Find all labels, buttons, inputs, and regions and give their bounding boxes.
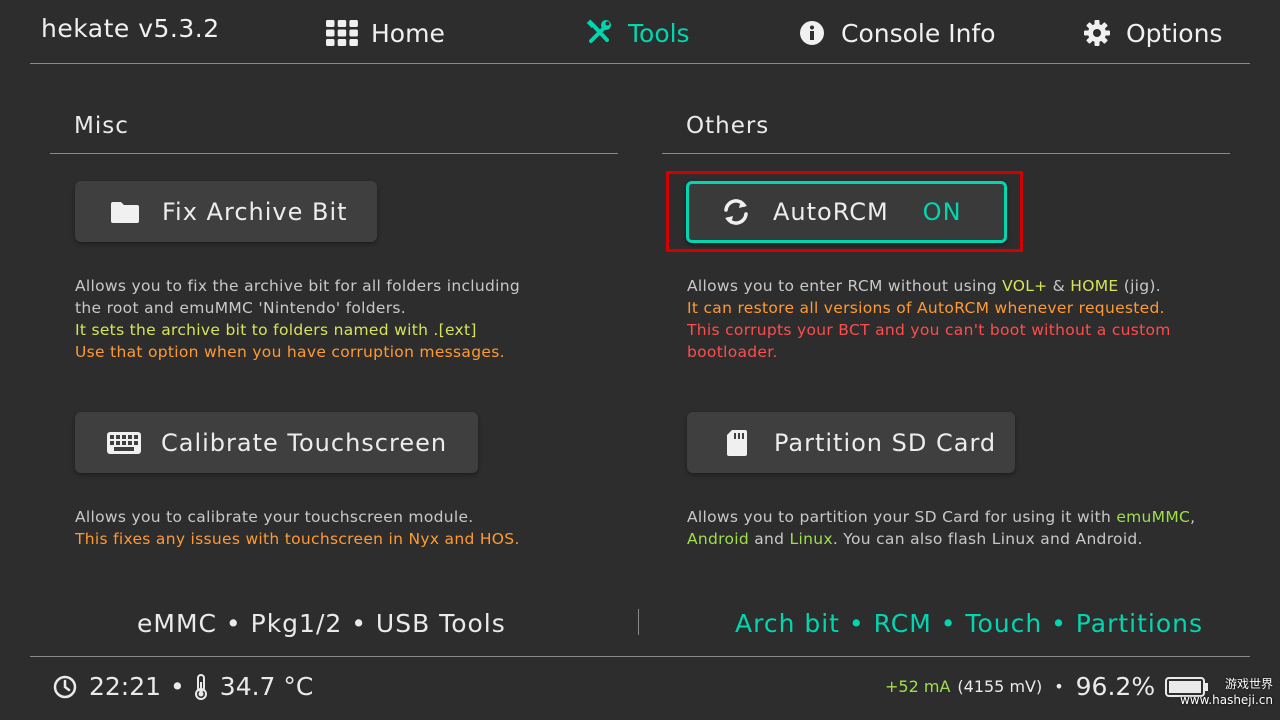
tab-options-label: Options [1126,18,1223,48]
misc-section-title: Misc [74,113,129,139]
others-divider [662,153,1230,154]
info-circle-icon [795,16,829,50]
fix-archive-bit-button[interactable]: Fix Archive Bit [75,181,377,242]
folder-icon [108,195,142,229]
tab-console-info[interactable]: Console Info [795,14,996,52]
header-divider [30,63,1250,64]
gear-icon [1080,16,1114,50]
others-section-title: Others [686,113,770,139]
battery-bullet: • [1054,677,1064,696]
left-quick-links[interactable]: eMMC • Pkg1/2 • USB Tools [137,609,506,638]
fix-archive-bit-label: Fix Archive Bit [162,197,348,226]
refresh-icon [719,195,753,229]
autorcm-button[interactable]: AutoRCM ON [686,181,1007,243]
status-left: 22:21 • 34.7 °C [53,672,313,701]
clock-time: 22:21 [89,672,162,701]
status-bullet: • [170,672,185,701]
autorcm-label: AutoRCM [773,198,889,226]
tab-tools-label: Tools [628,18,690,48]
tab-console-info-label: Console Info [841,18,996,48]
partition-sd-card-button[interactable]: Partition SD Card [687,412,1015,473]
app-title: hekate v5.3.2 [41,14,220,43]
wrench-screwdriver-icon [582,16,616,50]
tab-options[interactable]: Options [1080,14,1222,52]
partition-sd-card-description: Allows you to partition your SD Card for… [687,508,1196,548]
temperature: 34.7 °C [219,672,314,701]
battery-current: +52 mA [885,677,951,696]
calibrate-touchscreen-label: Calibrate Touchscreen [161,428,448,457]
quick-links-separator [638,609,639,635]
right-quick-links[interactable]: Arch bit • RCM • Touch • Partitions [735,609,1203,638]
thermometer-icon [194,673,208,700]
tab-home[interactable]: Home [325,14,445,52]
sd-card-icon [720,426,754,460]
tab-tools[interactable]: Tools [582,14,690,52]
battery-voltage: (4155 mV) [957,677,1043,696]
calibrate-touchscreen-description: Allows you to calibrate your touchscreen… [75,508,520,548]
footer-divider [30,656,1250,657]
tab-home-label: Home [371,18,445,48]
watermark: 游戏世界 www.hasheji.cn [1179,677,1273,707]
keyboard-icon [107,426,141,460]
autorcm-state: ON [922,198,962,226]
grid-icon [325,16,359,50]
fix-archive-bit-description: Allows you to fix the archive bit for al… [75,277,521,361]
partition-sd-card-label: Partition SD Card [774,428,997,457]
misc-divider [50,153,618,154]
calibrate-touchscreen-button[interactable]: Calibrate Touchscreen [75,412,478,473]
autorcm-description: Allows you to enter RCM without using VO… [687,277,1171,361]
clock-icon [53,675,77,699]
